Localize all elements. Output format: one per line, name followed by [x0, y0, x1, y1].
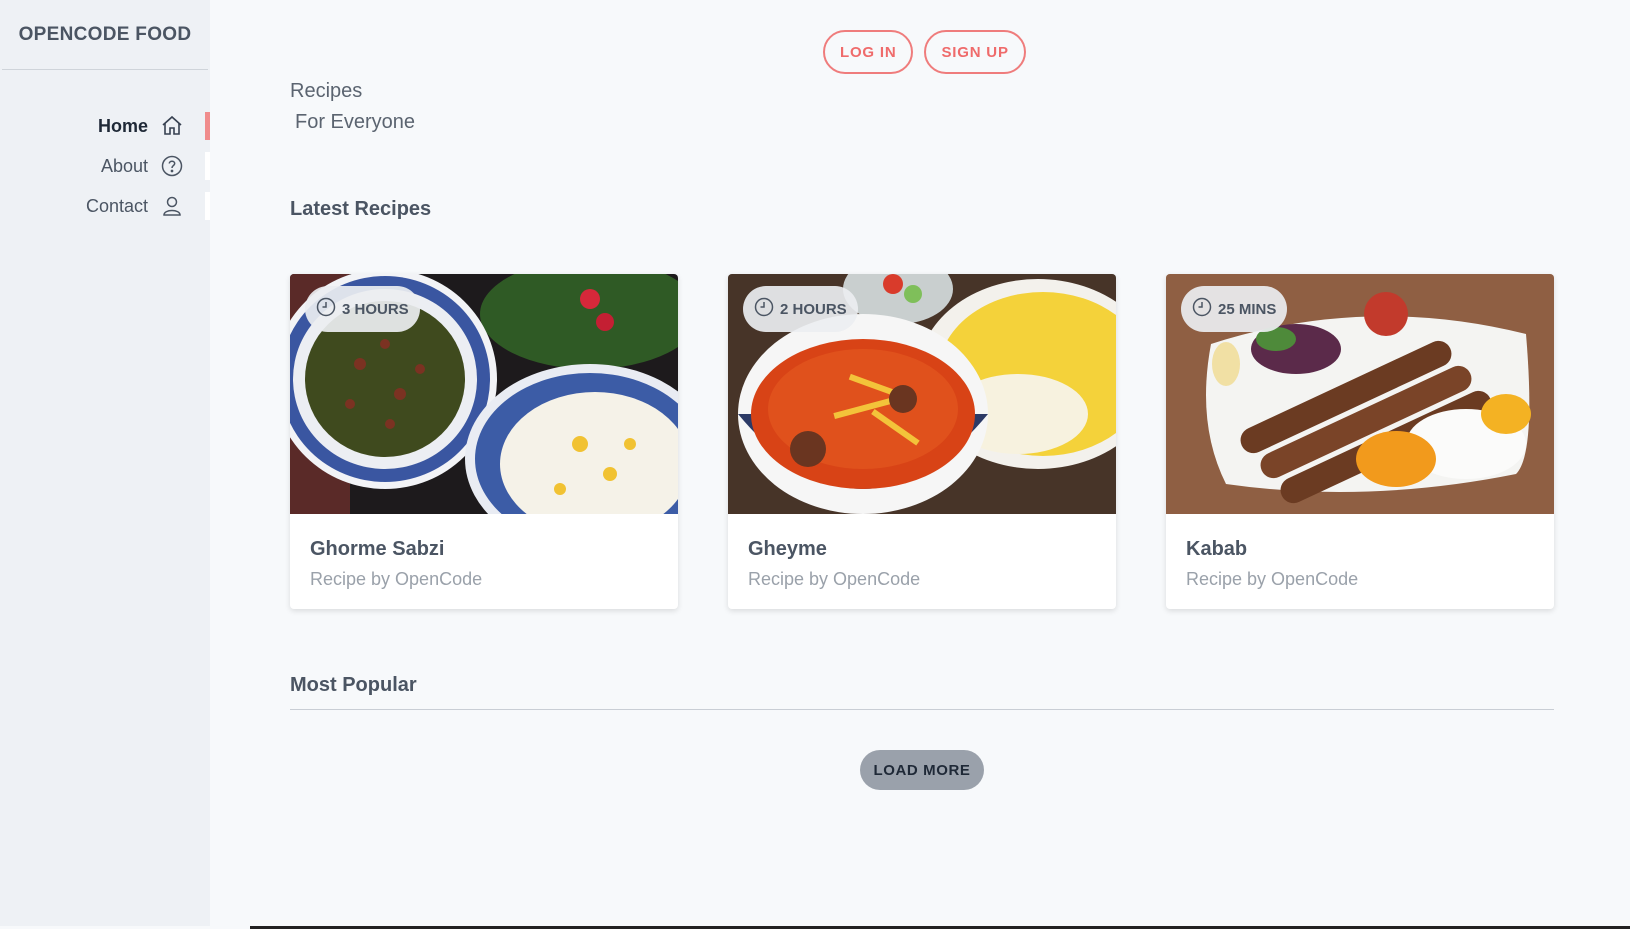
- recipe-card[interactable]: 2 HOURS Gheyme Recipe by OpenCode: [728, 274, 1116, 609]
- card-body: Gheyme Recipe by OpenCode: [728, 514, 1116, 609]
- cook-time: 25 MINS: [1218, 300, 1277, 318]
- hero-tagline: Recipes For Everyone: [290, 76, 415, 138]
- home-icon: [160, 114, 184, 138]
- hero-line-2: For Everyone: [295, 111, 416, 133]
- nav-item-about[interactable]: About: [0, 146, 210, 186]
- recipe-byline: Recipe by OpenCode: [310, 569, 483, 589]
- user-icon: [160, 194, 184, 218]
- recipe-list: 3 HOURS Ghorme Sabzi Recipe by OpenCode: [290, 274, 1554, 609]
- latest-recipes-heading: Latest Recipes: [290, 198, 432, 220]
- clock-icon: [1192, 297, 1212, 321]
- login-button[interactable]: LOG IN: [823, 30, 914, 74]
- section-divider: [290, 709, 1554, 710]
- clock-icon: [754, 297, 774, 321]
- card-body: Kabab Recipe by OpenCode: [1166, 514, 1554, 609]
- recipe-byline: Recipe by OpenCode: [748, 569, 921, 589]
- most-popular-heading: Most Popular: [290, 674, 417, 696]
- signup-button[interactable]: SIGN UP: [924, 30, 1026, 74]
- cook-time-badge: 2 HOURS: [743, 286, 858, 332]
- recipe-card[interactable]: 3 HOURS Ghorme Sabzi Recipe by OpenCode: [290, 274, 678, 609]
- question-circle-icon: [160, 154, 184, 178]
- recipe-byline: Recipe by OpenCode: [1186, 569, 1359, 589]
- recipe-image: 2 HOURS: [728, 274, 1116, 514]
- recipe-image: 25 MINS: [1166, 274, 1554, 514]
- cook-time: 2 HOURS: [780, 300, 847, 318]
- cook-time-badge: 25 MINS: [1181, 286, 1288, 332]
- sidebar: OPENCODE FOOD Home About Contact: [0, 0, 210, 926]
- recipe-card[interactable]: 25 MINS Kabab Recipe by OpenCode: [1166, 274, 1554, 609]
- recipe-title: Kabab: [1186, 538, 1248, 560]
- nav-item-home[interactable]: Home: [0, 106, 210, 146]
- brand-logo[interactable]: OPENCODE FOOD: [2, 0, 208, 70]
- recipe-title: Ghorme Sabzi: [310, 538, 445, 560]
- cook-time: 3 HOURS: [342, 300, 409, 318]
- clock-icon: [316, 297, 336, 321]
- nav-item-label: About: [100, 155, 148, 176]
- cook-time-badge: 3 HOURS: [305, 286, 420, 332]
- nav-item-label: Home: [97, 115, 148, 136]
- nav-item-contact[interactable]: Contact: [0, 186, 210, 226]
- card-body: Ghorme Sabzi Recipe by OpenCode: [290, 514, 678, 609]
- nav-item-label: Contact: [85, 195, 148, 216]
- main-nav: Home About Contact: [0, 106, 210, 226]
- recipe-image: 3 HOURS: [290, 274, 678, 514]
- load-more-button[interactable]: LOAD MORE: [860, 750, 984, 790]
- main-content: LOG IN SIGN UP Recipes For Everyone Late…: [210, 0, 1630, 929]
- recipe-title: Gheyme: [748, 538, 827, 560]
- auth-buttons: LOG IN SIGN UP: [823, 30, 1026, 74]
- hero-line-1: Recipes: [290, 80, 363, 102]
